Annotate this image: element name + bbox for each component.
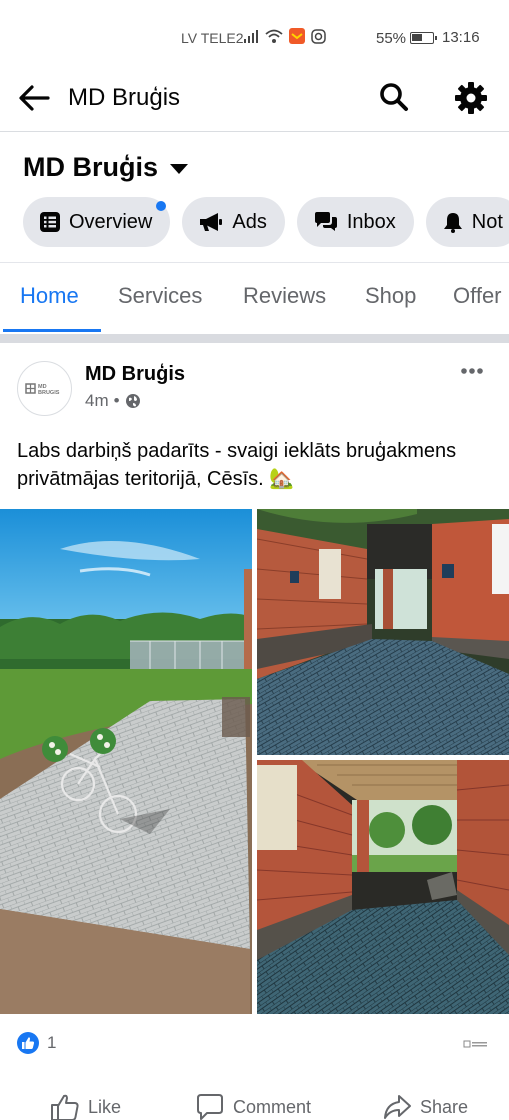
chip-inbox[interactable]: Inbox xyxy=(296,197,414,247)
chip-inbox-label: Inbox xyxy=(346,210,396,233)
like-reaction-icon xyxy=(17,1032,39,1054)
settings-button[interactable] xyxy=(453,80,489,116)
post-photo-garden[interactable] xyxy=(0,509,252,1014)
tab-home[interactable]: Home xyxy=(20,283,79,309)
list-icon xyxy=(40,212,60,232)
share-button-label: Share xyxy=(420,1096,469,1117)
chip-overview-label: Overview xyxy=(69,210,153,233)
search-button[interactable] xyxy=(377,80,411,114)
caret-down-icon xyxy=(170,163,188,174)
bell-icon xyxy=(443,213,462,233)
instagram-icon xyxy=(311,28,326,44)
battery-icon xyxy=(410,32,437,44)
post-actions: Like Comment Share xyxy=(0,1090,509,1120)
search-icon xyxy=(380,83,408,111)
app-bar-title: MD Bruģis xyxy=(68,84,181,111)
share-button[interactable]: Share xyxy=(382,1093,468,1120)
chip-overview[interactable]: Overview xyxy=(23,197,171,247)
tab-offers[interactable]: Offer xyxy=(453,283,502,309)
post-text: Labs darbiņš padarīts - svaigi ieklāts b… xyxy=(17,440,457,490)
more-horizontal-icon xyxy=(461,368,483,374)
page-name: MD Bruģis xyxy=(23,152,158,182)
post-options-button[interactable] xyxy=(457,360,487,384)
battery-percent: 55% xyxy=(376,30,407,47)
app-notification-icon xyxy=(289,28,305,44)
comment-icon xyxy=(197,1094,223,1120)
meta-separator: • xyxy=(113,391,120,410)
reaction-count: 1 xyxy=(47,1033,57,1052)
comment-button-label: Comment xyxy=(233,1096,312,1117)
app-bar: MD Bruģis xyxy=(0,76,509,132)
tab-services[interactable]: Services xyxy=(118,283,202,309)
signal-icon xyxy=(244,30,258,43)
chip-notifications-label: Not xyxy=(471,210,503,233)
carrier-label: LV TELE2 xyxy=(181,30,244,46)
avatar-text-line2: BRUGIS xyxy=(38,390,60,396)
page-mini-logo xyxy=(463,1038,489,1052)
chip-notifications[interactable]: Not xyxy=(425,197,509,247)
post-photo-covered-passage[interactable] xyxy=(257,760,509,1014)
thumbs-up-icon xyxy=(51,1094,79,1120)
tab-shop[interactable]: Shop xyxy=(365,283,416,309)
post-meta: 4m • xyxy=(85,391,141,411)
post-time[interactable]: 4m xyxy=(85,391,109,411)
tab-reviews[interactable]: Reviews xyxy=(243,283,326,309)
brick-house-passage-photo xyxy=(257,509,509,755)
chip-ads[interactable]: Ads xyxy=(182,197,285,247)
avatar[interactable]: MD BRUGIS xyxy=(17,361,72,416)
post-author[interactable]: MD Bruģis xyxy=(85,363,185,386)
arrow-left-icon xyxy=(19,85,50,111)
clock: 13:16 xyxy=(442,29,480,46)
like-button[interactable]: Like xyxy=(50,1093,121,1120)
covered-passage-photo xyxy=(257,760,509,1014)
megaphone-icon xyxy=(200,213,223,231)
notification-dot xyxy=(156,201,167,211)
wifi-icon xyxy=(265,29,283,43)
like-button-label: Like xyxy=(88,1096,122,1117)
page-name-switcher[interactable]: MD Bruģis xyxy=(23,152,188,183)
comment-button[interactable]: Comment xyxy=(195,1093,311,1120)
status-bar: LV TELE2 55% 13:16 xyxy=(0,0,509,76)
post-photo-brick-house[interactable] xyxy=(257,509,509,755)
page-tabs: Home Services Reviews Shop Offer xyxy=(0,262,509,334)
status-icons xyxy=(243,28,326,44)
page-chips: Overview Ads Inbox Not xyxy=(23,197,509,247)
section-divider xyxy=(0,334,509,343)
chip-ads-label: Ads xyxy=(232,210,267,233)
page-logo: MD BRUGIS xyxy=(24,382,60,396)
gear-icon xyxy=(455,82,487,114)
back-button[interactable] xyxy=(16,80,52,116)
chat-bubbles-icon xyxy=(314,212,337,231)
share-icon xyxy=(384,1095,411,1119)
garden-paving-bicycle-photo xyxy=(0,509,252,1014)
active-tab-indicator xyxy=(3,329,101,332)
globe-icon xyxy=(125,394,140,408)
battery-fill xyxy=(412,34,422,41)
reactions-summary[interactable]: 1 xyxy=(17,1032,56,1054)
